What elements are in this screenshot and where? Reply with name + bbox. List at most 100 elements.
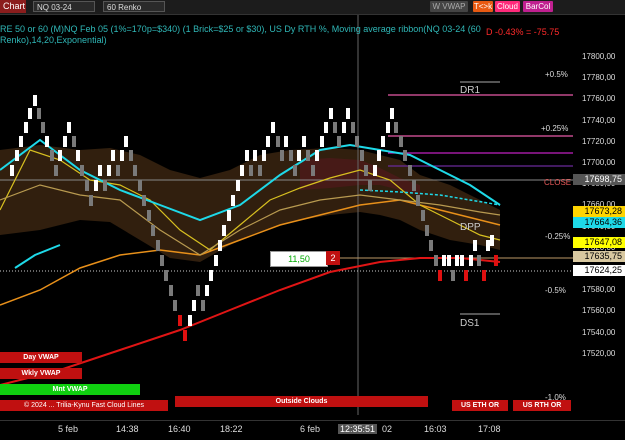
- renko-brick: [160, 255, 164, 266]
- mnt-vwap-label[interactable]: Mnt VWAP: [0, 384, 140, 395]
- renko-brick: [85, 180, 89, 191]
- renko-brick: [111, 150, 115, 161]
- barcol-button[interactable]: BarCol: [523, 1, 553, 12]
- renko-brick: [133, 165, 137, 176]
- price-tick: 17700,00: [582, 158, 616, 167]
- renko-brick: [76, 150, 80, 161]
- renko-brick: [460, 255, 464, 266]
- chart-tab[interactable]: Chart: [0, 0, 26, 13]
- renko-brick: [289, 150, 293, 161]
- bar-type-selector[interactable]: 60 Renko: [103, 1, 165, 12]
- renko-brick: [355, 136, 359, 147]
- time-label: 18:22: [220, 424, 243, 434]
- renko-brick: [451, 270, 455, 281]
- renko-brick: [429, 240, 433, 251]
- order-quantity-box[interactable]: 11,50: [270, 251, 328, 267]
- renko-brick: [442, 255, 446, 266]
- pct-plus-quarter: +0.25%: [541, 124, 569, 133]
- renko-brick: [408, 165, 412, 176]
- pnl-readout: D -0.43% = -75.75: [486, 27, 560, 37]
- price-tick: 17740,00: [582, 115, 616, 125]
- renko-brick: [469, 255, 473, 266]
- renko-brick: [151, 225, 155, 236]
- renko-brick: [394, 122, 398, 133]
- renko-brick: [364, 165, 368, 176]
- renko-brick: [222, 225, 226, 236]
- pct-minus-half: -0.5%: [545, 286, 566, 295]
- wvwap-button[interactable]: W VWAP: [430, 1, 468, 12]
- renko-brick: [351, 122, 355, 133]
- chart-toolbar: Chart NQ 03-24 60 Renko W VWAP T<>k Clou…: [0, 0, 625, 15]
- cloud-lines-label[interactable]: © 2024 ... Trilia-Kynu Fast Cloud Lines: [0, 400, 168, 411]
- dr1-label: DR1: [460, 85, 480, 96]
- price-tick: 17800,00: [582, 52, 616, 61]
- renko-brick: [315, 150, 319, 161]
- renko-brick: [227, 210, 231, 221]
- time-label: 6 feb: [300, 424, 321, 434]
- renko-brick: [72, 136, 76, 147]
- renko-brick: [142, 195, 146, 206]
- price-tick: 17720,00: [582, 136, 616, 146]
- cloud-button[interactable]: Cloud: [495, 1, 520, 12]
- renko-brick: [477, 255, 481, 266]
- renko-brick: [425, 225, 429, 236]
- crosshair-time-label: 12:35:51: [338, 424, 378, 434]
- renko-brick: [373, 165, 377, 176]
- renko-brick: [116, 165, 120, 176]
- renko-brick: [381, 136, 385, 147]
- renko-brick: [231, 195, 235, 206]
- price-tick: 17540,00: [582, 327, 616, 337]
- renko-brick: [306, 150, 310, 161]
- renko-brick: [156, 240, 160, 251]
- renko-brick: [455, 255, 459, 266]
- renko-brick: [333, 122, 337, 133]
- renko-brick: [311, 165, 315, 176]
- price-tick: 17580,00: [582, 285, 616, 295]
- renko-brick: [178, 315, 182, 326]
- renko-brick: [337, 136, 341, 147]
- renko-brick: [464, 270, 468, 281]
- renko-brick: [63, 136, 67, 147]
- tk-button[interactable]: T<>k: [473, 1, 493, 12]
- ma2-price-flag: 17664,36: [573, 217, 625, 228]
- renko-brick: [50, 150, 54, 161]
- renko-brick: [94, 180, 98, 191]
- renko-brick: [271, 122, 275, 133]
- renko-brick: [58, 150, 62, 161]
- renko-brick: [183, 330, 187, 341]
- day-vwap-label[interactable]: Day VWAP: [0, 352, 82, 363]
- order-count-box[interactable]: 2: [326, 251, 340, 265]
- renko-brick: [434, 255, 438, 266]
- price-tick: 17760,00: [582, 94, 616, 104]
- renko-brick: [89, 195, 93, 206]
- renko-brick: [107, 165, 111, 176]
- renko-brick: [33, 95, 37, 106]
- renko-brick: [188, 315, 192, 326]
- renko-brick: [276, 136, 280, 147]
- wkly-vwap-label[interactable]: Wkly VWAP: [0, 368, 82, 379]
- renko-brick: [164, 270, 168, 281]
- renko-brick: [293, 165, 297, 176]
- renko-brick: [24, 122, 28, 133]
- renko-brick: [360, 150, 364, 161]
- renko-brick: [320, 136, 324, 147]
- renko-brick: [342, 122, 346, 133]
- renko-brick: [377, 150, 381, 161]
- renko-brick: [438, 270, 442, 281]
- renko-brick: [403, 150, 407, 161]
- renko-brick: [80, 165, 84, 176]
- renko-brick: [98, 165, 102, 176]
- renko-brick: [236, 180, 240, 191]
- renko-brick: [447, 255, 451, 266]
- level1-price-flag: 17635,75: [573, 251, 625, 262]
- instrument-selector[interactable]: NQ 03-24: [33, 1, 95, 12]
- pct-minus-quarter: -0.25%: [545, 232, 571, 241]
- renko-brick: [280, 150, 284, 161]
- renko-chart[interactable]: DR1 DPP DS1: [0, 15, 573, 415]
- renko-brick: [253, 150, 257, 161]
- renko-brick: [147, 210, 151, 221]
- renko-brick: [490, 235, 494, 246]
- renko-brick: [169, 285, 173, 296]
- renko-brick: [245, 150, 249, 161]
- ma-red: [0, 257, 501, 386]
